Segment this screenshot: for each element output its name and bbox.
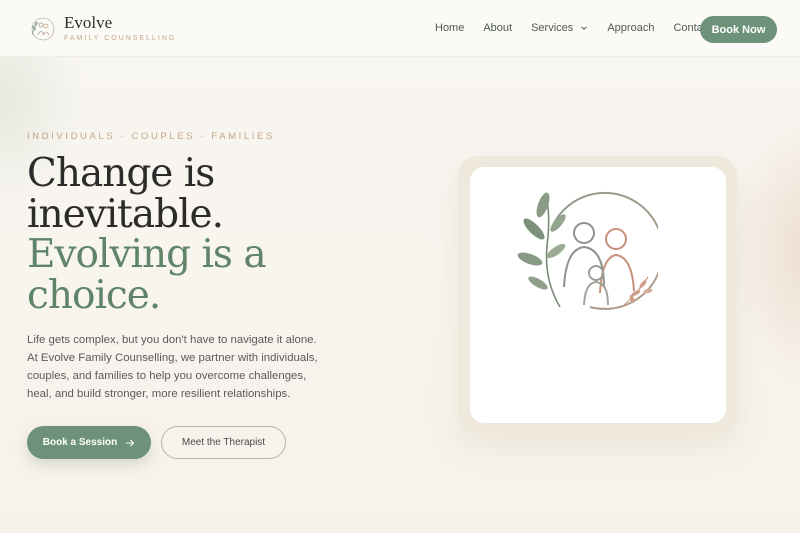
meet-therapist-button[interactable]: Meet the Therapist xyxy=(161,426,286,459)
brand-tagline: FAMILY COUNSELLING xyxy=(64,35,177,42)
next-section-edge xyxy=(0,519,800,533)
leaf-family-logo-icon xyxy=(31,17,55,41)
brand-name: Evolve xyxy=(64,13,113,32)
main-nav: Home About Services Approach Contact xyxy=(435,22,730,34)
family-circle-leaves-icon xyxy=(517,191,658,310)
book-session-label: Book a Session xyxy=(42,437,118,448)
arrow-right-icon xyxy=(126,439,135,446)
nav-services[interactable]: Services xyxy=(531,22,588,34)
nav-home[interactable]: Home xyxy=(435,22,464,34)
nav-services-label: Services xyxy=(531,22,574,34)
hero-lead-paragraph: Life gets complex, but you don't have to… xyxy=(27,334,318,400)
nav-about[interactable]: About xyxy=(483,22,512,34)
book-session-button[interactable]: Book a Session xyxy=(27,426,151,459)
hero-eyebrow: INDIVIDUALS · COUPLES · FAMILIES xyxy=(27,131,275,142)
headline-line-2: inevitable. xyxy=(27,191,224,237)
headline-line-4: choice. xyxy=(27,272,161,318)
book-now-button[interactable]: Book Now xyxy=(700,16,777,43)
brand-logo[interactable]: Evolve FAMILY COUNSELLING xyxy=(28,14,176,44)
nav-approach[interactable]: Approach xyxy=(607,22,654,34)
headline-line-3: Evolving is a xyxy=(27,232,267,277)
hero-headline: Change is inevitable. Evolving is a choi… xyxy=(27,151,427,318)
brand-text: Evolve FAMILY COUNSELLING xyxy=(64,13,177,43)
headline-line-1: Change is xyxy=(27,151,215,196)
navbar: Evolve FAMILY COUNSELLING Home About Ser… xyxy=(0,0,800,57)
chevron-down-icon xyxy=(581,26,588,31)
